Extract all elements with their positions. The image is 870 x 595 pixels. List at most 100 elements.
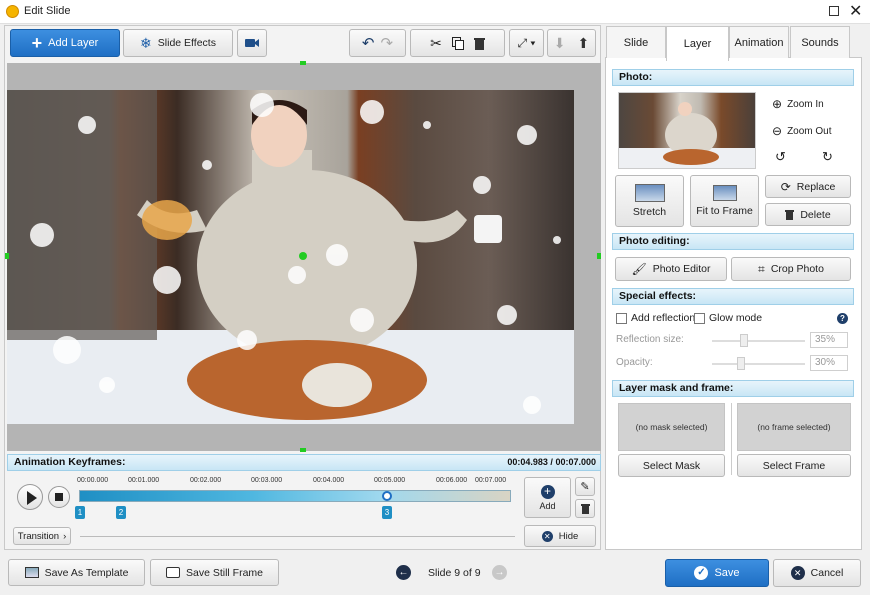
close-icon[interactable]: ✕ [849,1,862,21]
opacity-input[interactable]: 30% [810,355,848,371]
checkbox-icon [616,312,627,324]
add-keyframe-button[interactable]: + Add [524,477,571,518]
stop-icon [55,493,63,501]
opacity-label: Opacity: [616,357,653,368]
arrow-down-icon[interactable]: ⬇ [554,35,566,52]
mask-frame-divider [731,403,732,475]
trash-icon[interactable] [473,37,485,50]
transition-button[interactable]: Transition › [13,527,71,545]
frame-preview[interactable]: (no frame selected) [737,403,851,451]
select-frame-button[interactable]: Select Frame [737,454,851,477]
trash-icon [785,210,795,220]
arrow-up-icon[interactable]: ⬆ [578,35,590,52]
check-circle-icon: ✓ [694,566,709,580]
help-icon[interactable]: ? [837,313,848,324]
time-tick: 00:04.000 [313,477,345,484]
redo-icon[interactable]: ↷ [381,34,394,52]
time-tick: 00:05.000 [374,477,406,484]
save-still-frame-button[interactable]: Save Still Frame [150,559,279,586]
select-mask-button[interactable]: Select Mask [618,454,725,477]
app-icon [6,5,19,18]
crop-photo-button[interactable]: ⌗ Crop Photo [731,257,851,281]
camera-button[interactable] [237,29,267,57]
trash-icon [580,504,590,514]
fit-to-frame-icon [712,185,737,201]
rotate-left-icon[interactable]: ↺ [775,149,786,165]
time-tick: 00:03.000 [251,477,283,484]
add-reflection-checkbox[interactable]: Add reflection [616,312,695,324]
photo-editor-button[interactable]: 🖌 Photo Editor [615,257,727,281]
reflection-size-slider[interactable] [712,334,805,347]
previous-slide-icon[interactable]: ← [396,565,411,580]
photo-thumbnail[interactable] [618,92,756,169]
tab-layer[interactable]: Layer [666,26,729,61]
scissors-icon[interactable]: ✂ [430,35,442,52]
undo-icon[interactable]: ↶ [362,34,375,52]
time-tick: 00:02.000 [190,477,222,484]
close-circle-icon: ✕ [790,566,805,580]
keyframe-time: 00:04.983 / 00:07.000 [507,457,596,467]
edit-group: ✂ [410,29,505,57]
keyframe-marker[interactable]: 1 [75,506,85,519]
reflection-size-input[interactable]: 35% [810,332,848,348]
fullscreen-button[interactable]: ⤢ ▾ [509,29,544,57]
keyframe-marker[interactable]: 2 [116,506,126,519]
stretch-icon [634,184,665,202]
mask-frame-header: Layer mask and frame: [612,380,854,397]
timeline-track[interactable] [79,490,511,502]
camera-icon [165,567,180,578]
keyframe-marker[interactable]: 3 [382,506,392,519]
slider-thumb[interactable] [740,334,748,347]
time-tick: 00:06.000 [436,477,468,484]
tab-animation[interactable]: Animation [729,26,789,58]
fit-to-frame-button[interactable]: Fit to Frame [690,175,759,227]
camera-icon [245,39,259,47]
hide-button[interactable]: ✕ Hide [524,525,596,547]
tab-sounds[interactable]: Sounds [790,26,850,58]
transition-line [80,536,515,537]
fullscreen-icon: ⤢ ▾ [517,35,536,50]
selection-handle[interactable] [597,253,601,259]
cancel-button[interactable]: ✕ Cancel [773,559,861,587]
edit-keyframe-button[interactable]: ✎ [575,477,595,496]
template-icon [24,567,39,578]
selection-handle[interactable] [300,61,306,65]
play-icon [27,491,37,505]
selection-handle[interactable] [300,448,306,452]
zoom-in-link[interactable]: ⊕ Zoom In [772,97,824,111]
snowflake-icon: ❄ [140,34,152,51]
stop-button[interactable] [48,486,70,508]
reflection-size-label: Reflection size: [616,334,684,345]
crop-icon: ⌗ [758,261,765,276]
mask-preview[interactable]: (no mask selected) [618,403,725,451]
rotate-right-icon[interactable]: ↻ [822,149,833,165]
replace-icon: ⟳ [780,179,791,194]
replace-button[interactable]: ⟳ Replace [765,175,851,198]
stretch-button[interactable]: Stretch [615,175,684,227]
delete-keyframe-button[interactable] [575,499,595,518]
opacity-slider[interactable] [712,357,805,370]
playhead[interactable] [382,491,392,501]
maximize-icon[interactable] [829,6,839,16]
zoom-out-icon: ⊖ [772,124,783,138]
play-button[interactable] [17,484,43,510]
save-button[interactable]: ✓ Save [665,559,769,587]
photo-editing-header: Photo editing: [612,233,854,250]
selection-handle[interactable] [5,253,9,259]
timeline[interactable]: 00:00.000 00:01.000 00:02.000 00:03.000 … [75,474,513,522]
next-slide-icon[interactable]: → [492,565,507,580]
tab-slide[interactable]: Slide [606,26,666,58]
delete-photo-button[interactable]: Delete [765,203,851,226]
photo-layer[interactable] [7,90,574,424]
copy-icon[interactable] [451,36,464,50]
add-layer-button[interactable]: + Add Layer [10,29,120,57]
glow-mode-checkbox[interactable]: Glow mode [694,312,762,324]
checkbox-icon [694,312,705,324]
canvas-area[interactable] [5,61,601,452]
slider-thumb[interactable] [737,357,745,370]
save-as-template-button[interactable]: Save As Template [8,559,145,586]
zoom-out-link[interactable]: ⊖ Zoom Out [772,124,832,138]
chevron-right-icon: › [63,530,67,542]
thumbnail-illustration [619,102,755,168]
slide-effects-button[interactable]: ❄ Slide Effects [123,29,233,57]
